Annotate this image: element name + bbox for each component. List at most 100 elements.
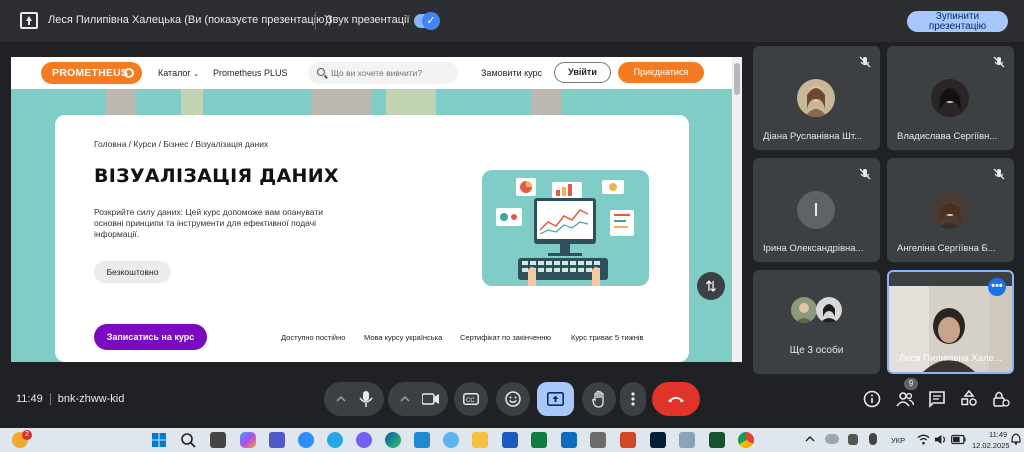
- microphone-icon[interactable]: [359, 391, 373, 407]
- leave-call-button[interactable]: [652, 382, 700, 416]
- photoshop-icon[interactable]: [650, 432, 666, 448]
- chevron-up-icon[interactable]: [336, 394, 346, 404]
- image-viewer-icon[interactable]: [679, 432, 695, 448]
- prometheus-logo[interactable]: PROMETHEUS: [41, 62, 142, 84]
- meeting-code[interactable]: bnk-zhww-kid: [58, 393, 125, 405]
- presenter-title: Леся Пилипівна Халецька (Ви (показуєте п…: [48, 14, 332, 26]
- self-video-tile[interactable]: ••• Леся Пилипівна Хале...: [887, 270, 1014, 374]
- word-icon[interactable]: [502, 432, 518, 448]
- participant-tile[interactable]: Ангеліна Сергіївна Б...: [887, 158, 1014, 262]
- phone-link-icon[interactable]: [443, 432, 459, 448]
- chevron-up-icon[interactable]: [400, 394, 410, 404]
- mic-off-icon: [993, 168, 1005, 180]
- course-title: ВІЗУАЛІЗАЦІЯ ДАНИХ: [94, 165, 339, 187]
- teams-icon[interactable]: [269, 432, 285, 448]
- wifi-icon[interactable]: [917, 433, 930, 446]
- avatar: І: [797, 191, 835, 229]
- participant-tile[interactable]: Діана Русланівна Шт...: [753, 46, 880, 150]
- avatar: [791, 297, 817, 323]
- camera-icon[interactable]: [422, 393, 440, 405]
- notification-badge: 2: [22, 430, 32, 440]
- captions-button[interactable]: CC: [454, 382, 488, 416]
- logo-text: PROMETHEUS: [52, 67, 129, 79]
- avatar: [797, 79, 835, 117]
- enroll-button[interactable]: Записатись на курс: [94, 324, 207, 350]
- present-now-button[interactable]: [537, 382, 574, 416]
- powerpoint-icon[interactable]: [620, 432, 636, 448]
- presentation-sound-toggle[interactable]: ✓: [414, 12, 440, 30]
- host-controls-lock-icon[interactable]: [992, 390, 1010, 408]
- hand-icon: [592, 390, 604, 408]
- free-badge-button[interactable]: Безкоштовно: [94, 261, 171, 283]
- file-explorer-icon[interactable]: [472, 432, 488, 448]
- site-search-input[interactable]: [331, 66, 451, 80]
- notification-bell-icon[interactable]: [1011, 433, 1021, 445]
- stop-presenting-button[interactable]: Зупинити презентацію: [907, 11, 1008, 32]
- telegram-icon[interactable]: [327, 432, 343, 448]
- presentation-bar: Леся Пилипівна Халецька (Ви (показуєте п…: [0, 0, 1024, 42]
- nav-prometheus-plus[interactable]: Prometheus PLUS: [213, 68, 288, 78]
- viber-icon[interactable]: [356, 432, 372, 448]
- participant-name: Леся Пилипівна Хале...: [899, 353, 1002, 364]
- windows-start-icon[interactable]: [151, 432, 167, 448]
- swap-arrows-icon[interactable]: ⇅: [697, 272, 725, 300]
- copilot-icon[interactable]: [240, 432, 256, 448]
- mic-off-icon: [993, 56, 1005, 68]
- media-player-icon[interactable]: [709, 432, 725, 448]
- info-icon[interactable]: [863, 390, 881, 408]
- search-icon[interactable]: [180, 432, 196, 448]
- login-button[interactable]: Увійти: [554, 62, 611, 83]
- presentation-sound-label: Звук презентації: [326, 14, 410, 26]
- battery-icon[interactable]: [951, 434, 966, 445]
- more-options-icon[interactable]: •••: [988, 278, 1006, 296]
- raise-hand-button[interactable]: [582, 382, 616, 416]
- zoom-icon[interactable]: [298, 432, 314, 448]
- participant-tile[interactable]: Владислава Сергіївн...: [887, 46, 1014, 150]
- clock-date[interactable]: 12.02.2025: [972, 441, 1010, 450]
- volume-icon[interactable]: [934, 433, 947, 446]
- camera-control-group: [388, 382, 448, 416]
- svg-text:CC: CC: [466, 398, 475, 404]
- page-scrollbar[interactable]: [732, 57, 742, 362]
- breadcrumb[interactable]: Головна / Курси / Бізнес / Візуалізація …: [94, 139, 268, 149]
- activities-icon[interactable]: [960, 390, 978, 408]
- scrollbar-thumb[interactable]: [734, 63, 740, 95]
- reactions-button[interactable]: [496, 382, 530, 416]
- edge-icon[interactable]: [385, 432, 401, 448]
- language-indicator[interactable]: УКР: [891, 436, 905, 445]
- participant-name: Владислава Сергіївн...: [897, 131, 998, 142]
- participant-name: Ірина Олександрівна...: [763, 243, 864, 254]
- chrome-icon[interactable]: [738, 432, 754, 448]
- participant-tile[interactable]: І Ірина Олександрівна...: [753, 158, 880, 262]
- calculator-icon[interactable]: [590, 432, 606, 448]
- more-vert-icon: [631, 392, 635, 406]
- more-options-button[interactable]: [620, 382, 646, 416]
- windows-taskbar: 2 УКР 11:49 12.02.2025: [0, 428, 1024, 452]
- hero-decoration: [386, 89, 436, 115]
- participant-tile-group[interactable]: Ще 3 особи: [753, 270, 880, 374]
- cloud-icon[interactable]: [825, 434, 839, 444]
- microphone-icon[interactable]: [869, 433, 877, 445]
- fact-language: Мова курсу українська: [364, 333, 443, 342]
- security-icon[interactable]: [848, 434, 858, 445]
- meeting-time: 11:49: [16, 393, 43, 405]
- course-card: Головна / Курси / Бізнес / Візуалізація …: [55, 115, 689, 362]
- more-participants-label: Ще 3 особи: [789, 345, 844, 356]
- check-icon: ✓: [422, 12, 440, 30]
- site-search[interactable]: [308, 62, 458, 84]
- meeting-info: 11:49 bnk-zhww-kid: [16, 393, 125, 406]
- data-visualization-illustration: [482, 170, 649, 286]
- store-icon[interactable]: [414, 432, 430, 448]
- nav-order-course[interactable]: Замовити курс: [481, 68, 542, 78]
- outlook-icon[interactable]: [561, 432, 577, 448]
- clock-time[interactable]: 11:49: [989, 430, 1007, 439]
- excel-icon[interactable]: [531, 432, 547, 448]
- logo-ring-icon: [124, 68, 134, 78]
- chevron-up-icon[interactable]: [805, 434, 815, 444]
- join-button[interactable]: Приєднатися: [618, 62, 704, 83]
- chat-icon[interactable]: [928, 390, 946, 408]
- hang-up-icon: [668, 397, 684, 403]
- people-icon[interactable]: [896, 390, 914, 408]
- nav-catalog[interactable]: Каталог ⌄: [158, 68, 199, 78]
- task-view-icon[interactable]: [210, 432, 226, 448]
